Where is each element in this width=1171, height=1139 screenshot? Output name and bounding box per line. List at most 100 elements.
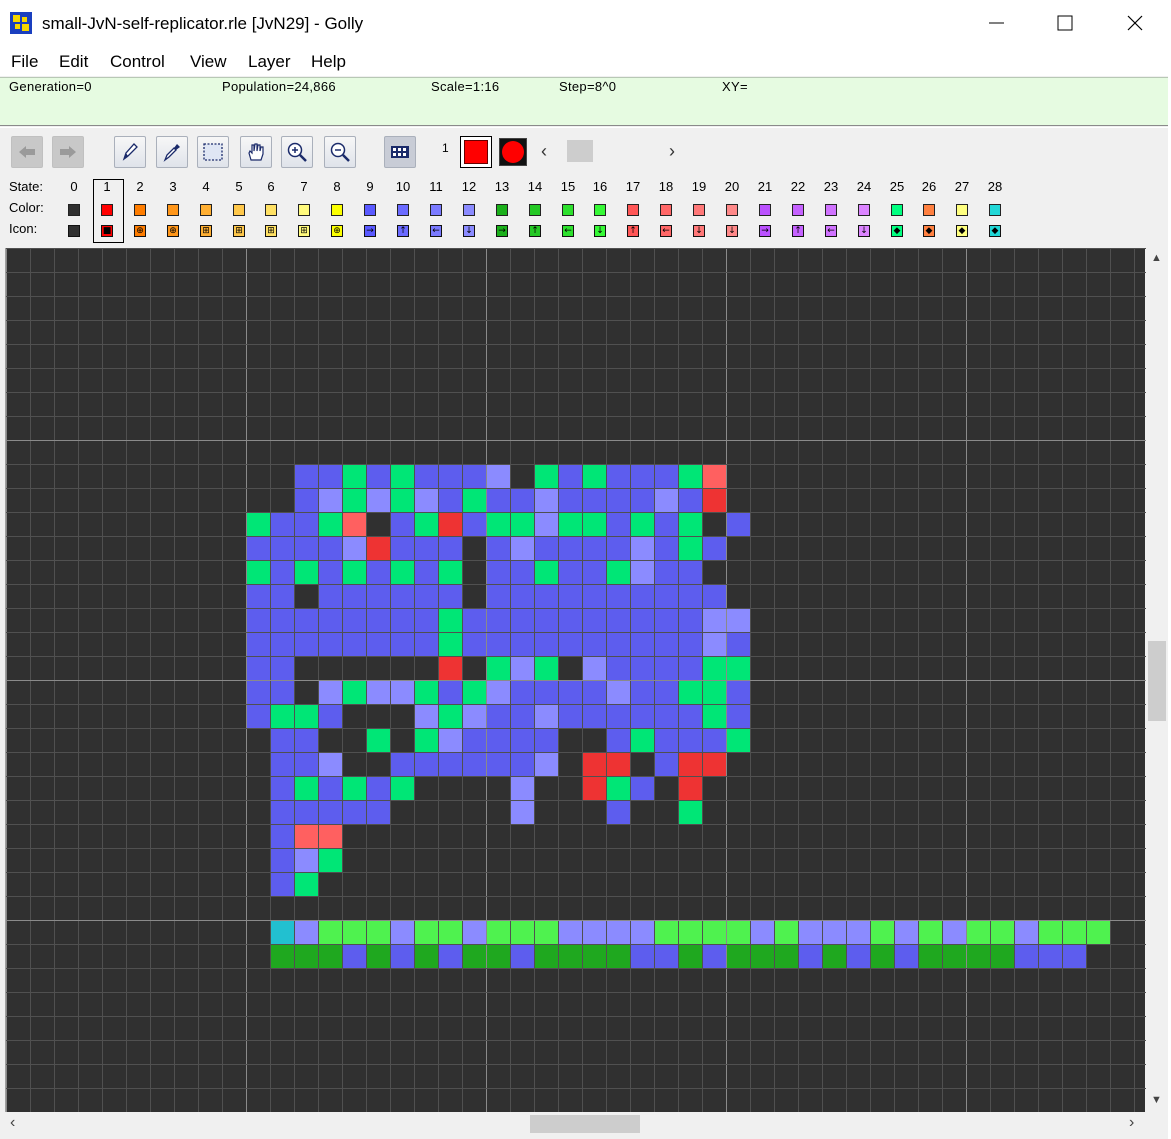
state-icon-22[interactable]: ↑ bbox=[792, 225, 804, 237]
state-color-4[interactable] bbox=[200, 204, 212, 216]
state-icon-18[interactable]: ← bbox=[660, 225, 672, 237]
state-number-23[interactable]: 23 bbox=[821, 179, 841, 194]
horizontal-scrollbar[interactable]: ‹ › bbox=[5, 1112, 1146, 1136]
state-icon-25[interactable]: ◆ bbox=[891, 225, 903, 237]
menu-layer[interactable]: Layer bbox=[248, 52, 291, 72]
state-color-19[interactable] bbox=[693, 204, 705, 216]
state-icon-12[interactable]: ↓ bbox=[463, 225, 475, 237]
state-number-25[interactable]: 25 bbox=[887, 179, 907, 194]
state-color-5[interactable] bbox=[233, 204, 245, 216]
state-color-25[interactable] bbox=[891, 204, 903, 216]
state-color-7[interactable] bbox=[298, 204, 310, 216]
cell-grid[interactable] bbox=[6, 248, 1146, 1112]
state-number-20[interactable]: 20 bbox=[722, 179, 742, 194]
scroll-up-icon[interactable]: ▲ bbox=[1151, 252, 1162, 264]
state-icon-4[interactable]: ⊞ bbox=[200, 225, 212, 237]
state-color-11[interactable] bbox=[430, 204, 442, 216]
state-icon-27[interactable]: ◆ bbox=[956, 225, 968, 237]
cell-grid-canvas[interactable] bbox=[5, 248, 1146, 1112]
state-number-8[interactable]: 8 bbox=[327, 179, 347, 194]
state-number-7[interactable]: 7 bbox=[294, 179, 314, 194]
undo-button[interactable] bbox=[11, 136, 43, 168]
state-color-18[interactable] bbox=[660, 204, 672, 216]
state-color-12[interactable] bbox=[463, 204, 475, 216]
state-icon-11[interactable]: ← bbox=[430, 225, 442, 237]
state-icon-10[interactable]: ↑ bbox=[397, 225, 409, 237]
menu-edit[interactable]: Edit bbox=[59, 52, 88, 72]
scroll-left-icon[interactable]: ‹ bbox=[541, 141, 547, 162]
state-icon-21[interactable]: → bbox=[759, 225, 771, 237]
state-number-19[interactable]: 19 bbox=[689, 179, 709, 194]
draw-button[interactable] bbox=[114, 136, 146, 168]
maximize-button[interactable] bbox=[1030, 0, 1100, 46]
pick-button[interactable] bbox=[156, 136, 188, 168]
state-color-9[interactable] bbox=[364, 204, 376, 216]
state-icon-7[interactable]: ⊞ bbox=[298, 225, 310, 237]
state-icon-0[interactable] bbox=[68, 225, 80, 237]
state-icon-9[interactable]: → bbox=[364, 225, 376, 237]
state-color-27[interactable] bbox=[956, 204, 968, 216]
close-button[interactable] bbox=[1100, 0, 1170, 46]
state-icon-5[interactable]: ⊞ bbox=[233, 225, 245, 237]
state-color-22[interactable] bbox=[792, 204, 804, 216]
state-icon-13[interactable]: → bbox=[496, 225, 508, 237]
scroll-right-icon[interactable]: › bbox=[1129, 1114, 1134, 1132]
state-number-10[interactable]: 10 bbox=[393, 179, 413, 194]
horizontal-scroll-thumb[interactable] bbox=[530, 1115, 640, 1133]
scroll-right-icon[interactable]: › bbox=[669, 141, 675, 162]
state-color-10[interactable] bbox=[397, 204, 409, 216]
state-number-6[interactable]: 6 bbox=[261, 179, 281, 194]
menu-control[interactable]: Control bbox=[110, 52, 165, 72]
state-icon-28[interactable]: ◆ bbox=[989, 225, 1001, 237]
state-number-16[interactable]: 16 bbox=[590, 179, 610, 194]
zoom-out-button[interactable] bbox=[324, 136, 356, 168]
all-states-button[interactable] bbox=[384, 136, 416, 168]
state-icon-19[interactable]: ↓ bbox=[693, 225, 705, 237]
state-color-13[interactable] bbox=[496, 204, 508, 216]
state-color-8[interactable] bbox=[331, 204, 343, 216]
state-number-2[interactable]: 2 bbox=[130, 179, 150, 194]
state-color-16[interactable] bbox=[594, 204, 606, 216]
state-color-26[interactable] bbox=[923, 204, 935, 216]
scroll-left-icon[interactable]: ‹ bbox=[10, 1114, 15, 1132]
menu-help[interactable]: Help bbox=[311, 52, 346, 72]
state-number-11[interactable]: 11 bbox=[426, 179, 446, 194]
state-number-13[interactable]: 13 bbox=[492, 179, 512, 194]
state-color-21[interactable] bbox=[759, 204, 771, 216]
redo-button[interactable] bbox=[52, 136, 84, 168]
state-icon-26[interactable]: ◆ bbox=[923, 225, 935, 237]
state-icon-17[interactable]: ↑ bbox=[627, 225, 639, 237]
vertical-scrollbar[interactable]: ▲ ▼ bbox=[1146, 248, 1168, 1112]
select-button[interactable] bbox=[197, 136, 229, 168]
state-icon-2[interactable]: ⊕ bbox=[134, 225, 146, 237]
state-color-0[interactable] bbox=[68, 204, 80, 216]
state-color-28[interactable] bbox=[989, 204, 1001, 216]
state-color-14[interactable] bbox=[529, 204, 541, 216]
drawing-state-color-swatch[interactable] bbox=[460, 136, 492, 168]
state-icon-14[interactable]: ↑ bbox=[529, 225, 541, 237]
state-icon-16[interactable]: ↓ bbox=[594, 225, 606, 237]
state-number-18[interactable]: 18 bbox=[656, 179, 676, 194]
state-color-3[interactable] bbox=[167, 204, 179, 216]
state-color-17[interactable] bbox=[627, 204, 639, 216]
vertical-scroll-thumb[interactable] bbox=[1148, 641, 1166, 721]
state-scrollbar[interactable]: ‹ › bbox=[537, 138, 689, 164]
state-number-27[interactable]: 27 bbox=[952, 179, 972, 194]
state-icon-3[interactable]: ⊕ bbox=[167, 225, 179, 237]
state-number-12[interactable]: 12 bbox=[459, 179, 479, 194]
state-color-20[interactable] bbox=[726, 204, 738, 216]
state-icon-24[interactable]: ↓ bbox=[858, 225, 870, 237]
state-color-15[interactable] bbox=[562, 204, 574, 216]
scroll-down-icon[interactable]: ▼ bbox=[1151, 1094, 1162, 1106]
state-icon-6[interactable]: ⊞ bbox=[265, 225, 277, 237]
state-number-17[interactable]: 17 bbox=[623, 179, 643, 194]
state-number-5[interactable]: 5 bbox=[229, 179, 249, 194]
state-number-21[interactable]: 21 bbox=[755, 179, 775, 194]
state-icon-20[interactable]: ↓ bbox=[726, 225, 738, 237]
state-number-0[interactable]: 0 bbox=[64, 179, 84, 194]
minimize-button[interactable] bbox=[962, 0, 1032, 46]
state-color-6[interactable] bbox=[265, 204, 277, 216]
state-color-24[interactable] bbox=[858, 204, 870, 216]
state-number-22[interactable]: 22 bbox=[788, 179, 808, 194]
state-number-4[interactable]: 4 bbox=[196, 179, 216, 194]
